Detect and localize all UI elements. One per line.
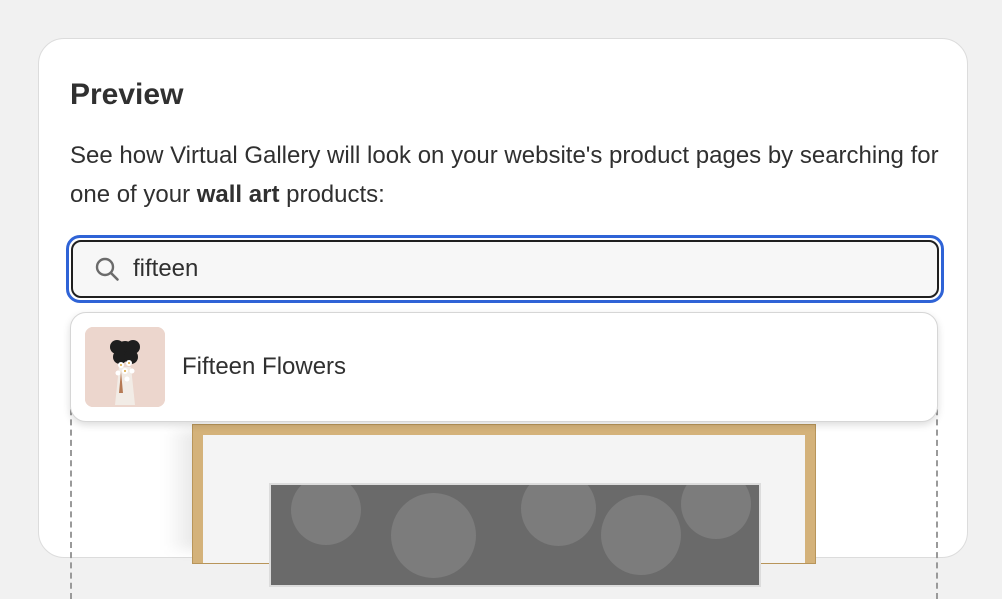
artwork-image bbox=[269, 483, 761, 587]
preview-description: See how Virtual Gallery will look on you… bbox=[70, 136, 950, 214]
search-field[interactable] bbox=[71, 240, 939, 298]
search-field-focus-ring bbox=[66, 235, 944, 303]
search-icon bbox=[93, 255, 121, 283]
preview-title: Preview bbox=[70, 78, 184, 111]
frame-mat bbox=[203, 435, 805, 587]
description-bold-text: wall art bbox=[196, 181, 280, 208]
search-result-item[interactable]: Fifteen Flowers bbox=[71, 313, 937, 421]
product-thumbnail bbox=[85, 327, 165, 407]
search-input[interactable] bbox=[133, 255, 893, 283]
description-text-2: products: bbox=[279, 181, 385, 208]
search-results-dropdown: Fifteen Flowers bbox=[70, 312, 938, 422]
search-result-label: Fifteen Flowers bbox=[182, 353, 347, 380]
wall-art-frame-preview bbox=[192, 424, 816, 587]
